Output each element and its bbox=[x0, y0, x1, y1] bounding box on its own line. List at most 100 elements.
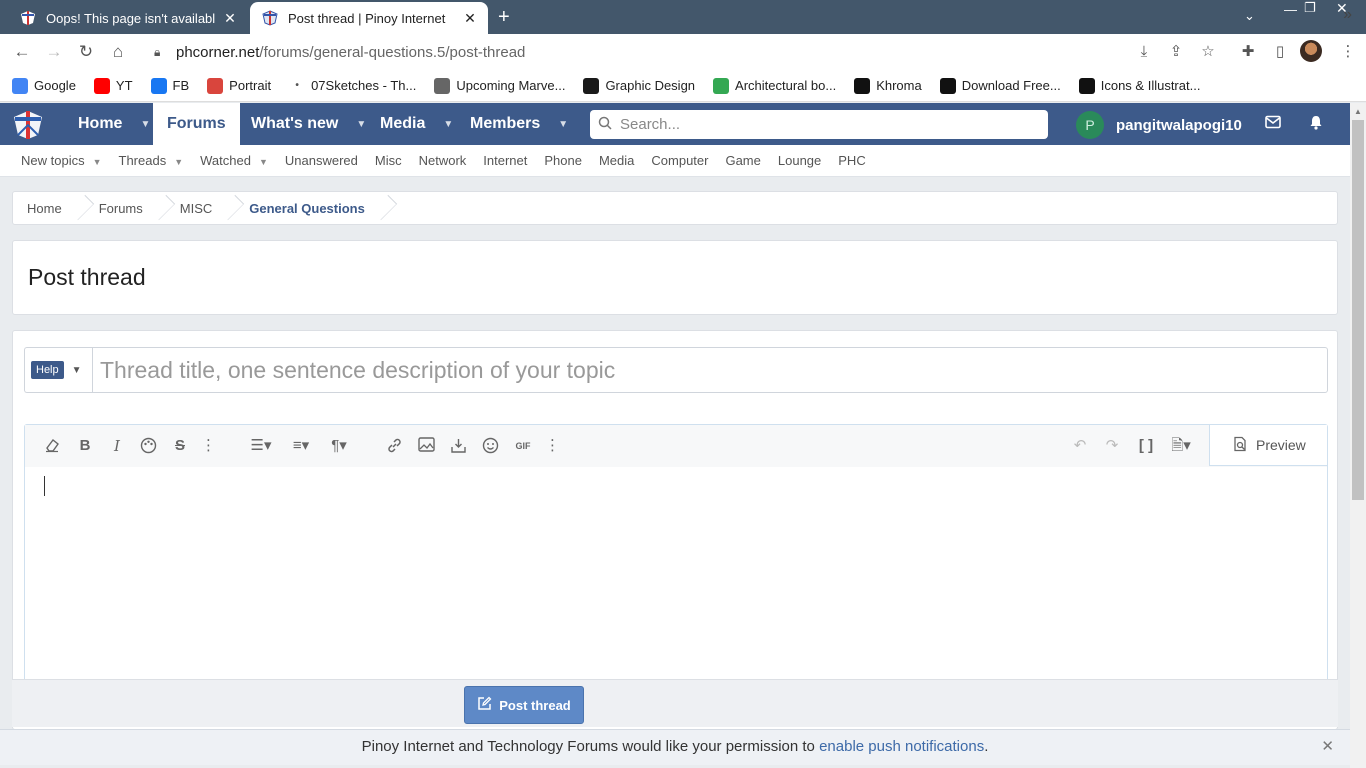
minimize-icon[interactable]: — bbox=[1284, 2, 1297, 17]
chevron-down-icon[interactable]: ▼ bbox=[140, 119, 150, 130]
chevron-down-icon[interactable]: ▼ bbox=[356, 119, 366, 130]
preview-label: Preview bbox=[1256, 437, 1306, 453]
subnav-item[interactable]: New topics ▼ bbox=[21, 153, 102, 168]
chevron-down-icon[interactable]: ▼ bbox=[259, 157, 268, 167]
breadcrumb-item[interactable]: Home bbox=[27, 191, 99, 225]
bookmark-star-icon[interactable]: ☆ bbox=[1198, 42, 1218, 62]
bookmark-item[interactable]: Portrait bbox=[207, 77, 271, 94]
forward-icon[interactable]: → bbox=[44, 42, 64, 62]
bookmark-item[interactable]: YT bbox=[93, 77, 133, 94]
chevron-down-icon[interactable]: ▼ bbox=[558, 119, 568, 130]
phcorner-logo[interactable] bbox=[12, 109, 44, 141]
paragraph-icon[interactable]: ¶▾ bbox=[325, 437, 353, 455]
new-tab-icon[interactable]: + bbox=[498, 7, 510, 27]
side-panel-icon[interactable]: ▯ bbox=[1270, 42, 1290, 62]
scroll-up-icon[interactable]: ▲ bbox=[1354, 107, 1362, 116]
list-icon[interactable]: ☰▾ bbox=[247, 437, 275, 455]
breadcrumb-item[interactable]: General Questions bbox=[249, 191, 402, 225]
subnav-item[interactable]: Media bbox=[599, 153, 634, 168]
strikethrough-icon[interactable]: S bbox=[171, 437, 189, 455]
nav-forums[interactable]: Forums bbox=[153, 103, 240, 145]
subnav-item[interactable]: Unanswered bbox=[285, 153, 358, 168]
preview-button[interactable]: Preview bbox=[1209, 425, 1327, 466]
bookmark-item[interactable]: Download Free... bbox=[939, 77, 1061, 94]
undo-icon[interactable]: ↶ bbox=[1071, 437, 1089, 455]
enable-push-link[interactable]: enable push notifications bbox=[819, 738, 984, 755]
bookmark-item[interactable]: Upcoming Marve... bbox=[434, 77, 565, 94]
bookmark-item[interactable]: Architectural bo... bbox=[713, 77, 836, 94]
bookmark-item[interactable]: FB bbox=[150, 77, 189, 94]
chevron-down-icon[interactable]: ▼ bbox=[72, 365, 82, 376]
bookmark-item[interactable]: • 07Sketches - Th... bbox=[289, 78, 416, 94]
draft-save-icon[interactable]: 🗎︎▾ bbox=[1167, 437, 1195, 455]
chevron-down-icon[interactable]: ▼ bbox=[93, 157, 102, 167]
subnav-item[interactable]: Threads ▼ bbox=[119, 153, 184, 168]
close-notice-icon[interactable]: ✕ bbox=[1321, 730, 1334, 764]
bell-icon[interactable] bbox=[1309, 115, 1323, 134]
nav-whats-new[interactable]: What's new ▼ bbox=[237, 103, 380, 145]
bookmark-item[interactable]: Google bbox=[12, 77, 76, 94]
thread-title-input[interactable]: Thread title, one sentence description o… bbox=[92, 347, 1328, 393]
text-color-icon[interactable] bbox=[139, 437, 157, 455]
align-icon[interactable]: ≡▾ bbox=[287, 437, 315, 455]
insert-media-icon[interactable] bbox=[449, 437, 467, 455]
scroll-thumb[interactable] bbox=[1352, 120, 1364, 500]
breadcrumb-separator bbox=[226, 191, 236, 225]
nav-members[interactable]: Members ▼ bbox=[456, 103, 582, 145]
home-icon[interactable]: ⌂ bbox=[108, 42, 128, 62]
inbox-icon[interactable] bbox=[1265, 115, 1281, 133]
subnav-item[interactable]: Game bbox=[725, 153, 760, 168]
breadcrumb-item[interactable]: Forums bbox=[99, 191, 180, 225]
subnav-item[interactable]: Network bbox=[419, 153, 467, 168]
nav-media[interactable]: Media ▼ bbox=[366, 103, 467, 145]
message-textarea[interactable] bbox=[25, 467, 1327, 683]
post-thread-button[interactable]: Post thread bbox=[464, 686, 584, 724]
user-menu[interactable]: P pangitwalapogi10 bbox=[1076, 111, 1242, 139]
subnav-item[interactable]: Watched ▼ bbox=[200, 153, 268, 168]
subnav-item[interactable]: Misc bbox=[375, 153, 402, 168]
reload-icon[interactable]: ↻ bbox=[76, 42, 96, 62]
search-input[interactable]: Search... bbox=[590, 110, 1048, 139]
browser-tab-1[interactable]: Oops! This page isn't availabl ✕ bbox=[8, 2, 248, 34]
italic-icon[interactable]: I bbox=[109, 437, 125, 455]
profile-avatar[interactable] bbox=[1300, 40, 1322, 62]
browser-menu-icon[interactable]: ⋮ bbox=[1338, 42, 1358, 62]
subnav-item[interactable]: PHC bbox=[838, 153, 865, 168]
browser-tab-2[interactable]: Post thread | Pinoy Internet ✕ bbox=[250, 2, 488, 34]
subnav-item[interactable]: Phone bbox=[544, 153, 582, 168]
more-insert-options-icon[interactable]: ⋮ bbox=[545, 437, 560, 455]
redo-icon[interactable]: ↷ bbox=[1103, 437, 1121, 455]
close-tab-icon[interactable]: ✕ bbox=[462, 10, 478, 27]
install-icon[interactable]: ⤓ bbox=[1134, 42, 1154, 62]
maximize-icon[interactable]: ❐ bbox=[1304, 0, 1316, 16]
prefix-select[interactable]: Help ▼ bbox=[24, 347, 92, 393]
subnav-item[interactable]: Lounge bbox=[778, 153, 821, 168]
subnav-item[interactable]: Internet bbox=[483, 153, 527, 168]
subnav-item[interactable]: Computer bbox=[651, 153, 708, 168]
bookmark-item[interactable]: Khroma bbox=[854, 77, 922, 94]
subnav-label: Media bbox=[598, 153, 635, 168]
close-tab-icon[interactable]: ✕ bbox=[222, 10, 238, 27]
tab-search-icon[interactable]: ⌄ bbox=[1244, 8, 1255, 24]
nav-home[interactable]: Home ▼ bbox=[64, 103, 164, 145]
link-icon[interactable] bbox=[385, 437, 403, 455]
chevron-down-icon[interactable]: ▼ bbox=[174, 157, 183, 167]
breadcrumb-separator bbox=[76, 191, 86, 225]
smiley-icon[interactable] bbox=[481, 437, 499, 455]
breadcrumb-item[interactable]: MISC bbox=[180, 191, 250, 225]
toggle-bbcode-icon[interactable]: [ ] bbox=[1137, 437, 1155, 455]
image-icon[interactable] bbox=[417, 437, 435, 455]
bookmark-item[interactable]: Graphic Design bbox=[583, 77, 695, 94]
more-text-options-icon[interactable]: ⋮ bbox=[201, 437, 216, 455]
share-icon[interactable]: ⇪ bbox=[1166, 42, 1186, 62]
chevron-down-icon[interactable]: ▼ bbox=[443, 119, 453, 130]
more-bookmarks-icon[interactable]: » bbox=[1343, 6, 1352, 24]
back-icon[interactable]: ← bbox=[12, 42, 32, 62]
extensions-icon[interactable]: ✚ bbox=[1238, 42, 1258, 62]
page-scrollbar[interactable]: ▲ bbox=[1350, 103, 1366, 768]
clear-format-icon[interactable] bbox=[43, 437, 61, 455]
gif-icon[interactable]: GIF bbox=[513, 437, 533, 455]
bookmark-item[interactable]: Icons & Illustrat... bbox=[1078, 77, 1200, 94]
bold-icon[interactable]: B bbox=[77, 437, 93, 455]
address-bar[interactable]: 🔒︎ phcorner.net /forums/general-question… bbox=[140, 37, 1230, 67]
